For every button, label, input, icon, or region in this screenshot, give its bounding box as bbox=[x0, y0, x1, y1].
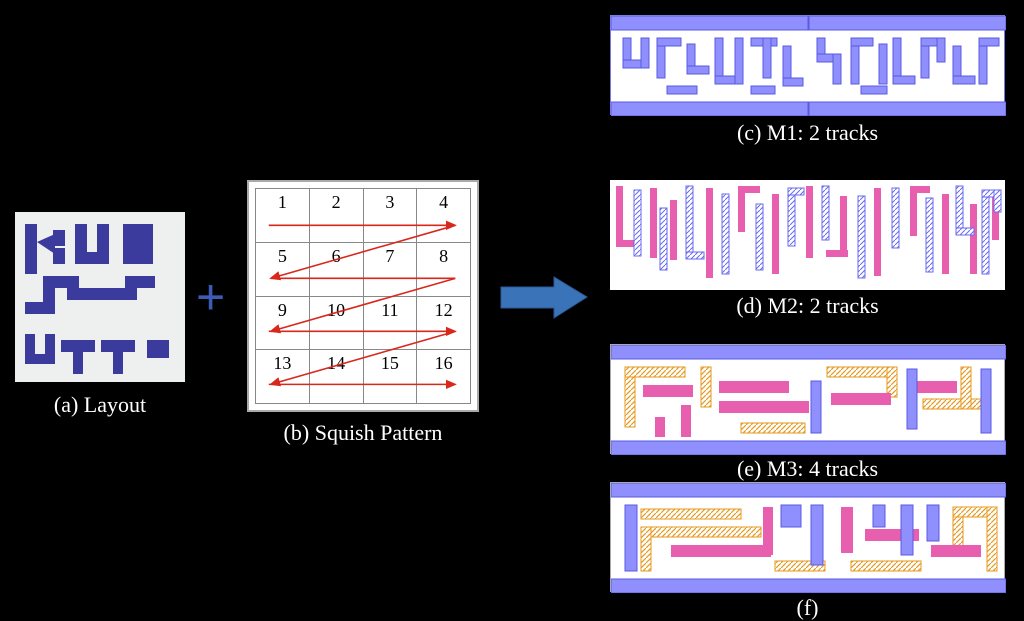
panel-f-label: (f) bbox=[610, 595, 1005, 621]
cell-4: 4 bbox=[417, 189, 471, 243]
cell-14: 14 bbox=[309, 350, 363, 404]
cell-10: 10 bbox=[309, 296, 363, 350]
cell-9: 9 bbox=[256, 296, 310, 350]
flow-arrow-icon bbox=[499, 275, 589, 320]
panel-d-id: (d) bbox=[736, 293, 762, 318]
cell-16: 16 bbox=[417, 350, 471, 404]
panel-c-caption: M1: 2 tracks bbox=[767, 120, 878, 145]
cell-12: 12 bbox=[417, 296, 471, 350]
cell-5: 5 bbox=[256, 242, 310, 296]
cell-3: 3 bbox=[363, 189, 417, 243]
scan-grid-wrapper: 1 2 3 4 5 6 7 8 9 10 11 12 13 14 15 16 bbox=[255, 188, 471, 404]
f-layout-svg bbox=[611, 483, 1006, 593]
cell-6: 6 bbox=[309, 242, 363, 296]
panel-c-m1 bbox=[610, 15, 1005, 115]
panel-b-caption: Squish Pattern bbox=[315, 420, 443, 445]
panel-b-id: (b) bbox=[284, 420, 310, 445]
panel-c-label: (c) M1: 2 tracks bbox=[610, 120, 1005, 146]
panel-c-id: (c) bbox=[737, 120, 761, 145]
scan-table: 1 2 3 4 5 6 7 8 9 10 11 12 13 14 15 16 bbox=[255, 188, 471, 404]
panel-a-label: (a) Layout bbox=[15, 392, 185, 418]
panel-b-label: (b) Squish Pattern bbox=[247, 420, 479, 446]
m3-layout-svg bbox=[611, 345, 1006, 455]
panel-a-id: (a) bbox=[54, 392, 78, 417]
cell-2: 2 bbox=[309, 189, 363, 243]
cell-8: 8 bbox=[417, 242, 471, 296]
panel-b-scan-grid: 1 2 3 4 5 6 7 8 9 10 11 12 13 14 15 16 bbox=[247, 180, 479, 412]
panel-f bbox=[610, 482, 1005, 592]
m1-layout-svg bbox=[611, 16, 1006, 116]
panel-f-id: (f) bbox=[797, 595, 819, 620]
cell-15: 15 bbox=[363, 350, 417, 404]
cell-7: 7 bbox=[363, 242, 417, 296]
cell-13: 13 bbox=[256, 350, 310, 404]
panel-a-caption: Layout bbox=[84, 392, 146, 417]
panel-d-m2 bbox=[610, 180, 1005, 290]
panel-e-m3 bbox=[610, 344, 1005, 454]
panel-d-label: (d) M2: 2 tracks bbox=[610, 293, 1005, 319]
cell-1: 1 bbox=[256, 189, 310, 243]
m2-layout-svg bbox=[610, 180, 1005, 290]
panel-e-id: (e) bbox=[737, 456, 761, 481]
panel-d-caption: M2: 2 tracks bbox=[767, 293, 878, 318]
panel-e-caption: M3: 4 tracks bbox=[767, 456, 878, 481]
panel-a-layout bbox=[15, 212, 185, 382]
plus-icon: + bbox=[196, 268, 225, 326]
cell-11: 11 bbox=[363, 296, 417, 350]
layout-glyph-svg bbox=[15, 212, 185, 382]
panel-e-label: (e) M3: 4 tracks bbox=[610, 456, 1005, 482]
